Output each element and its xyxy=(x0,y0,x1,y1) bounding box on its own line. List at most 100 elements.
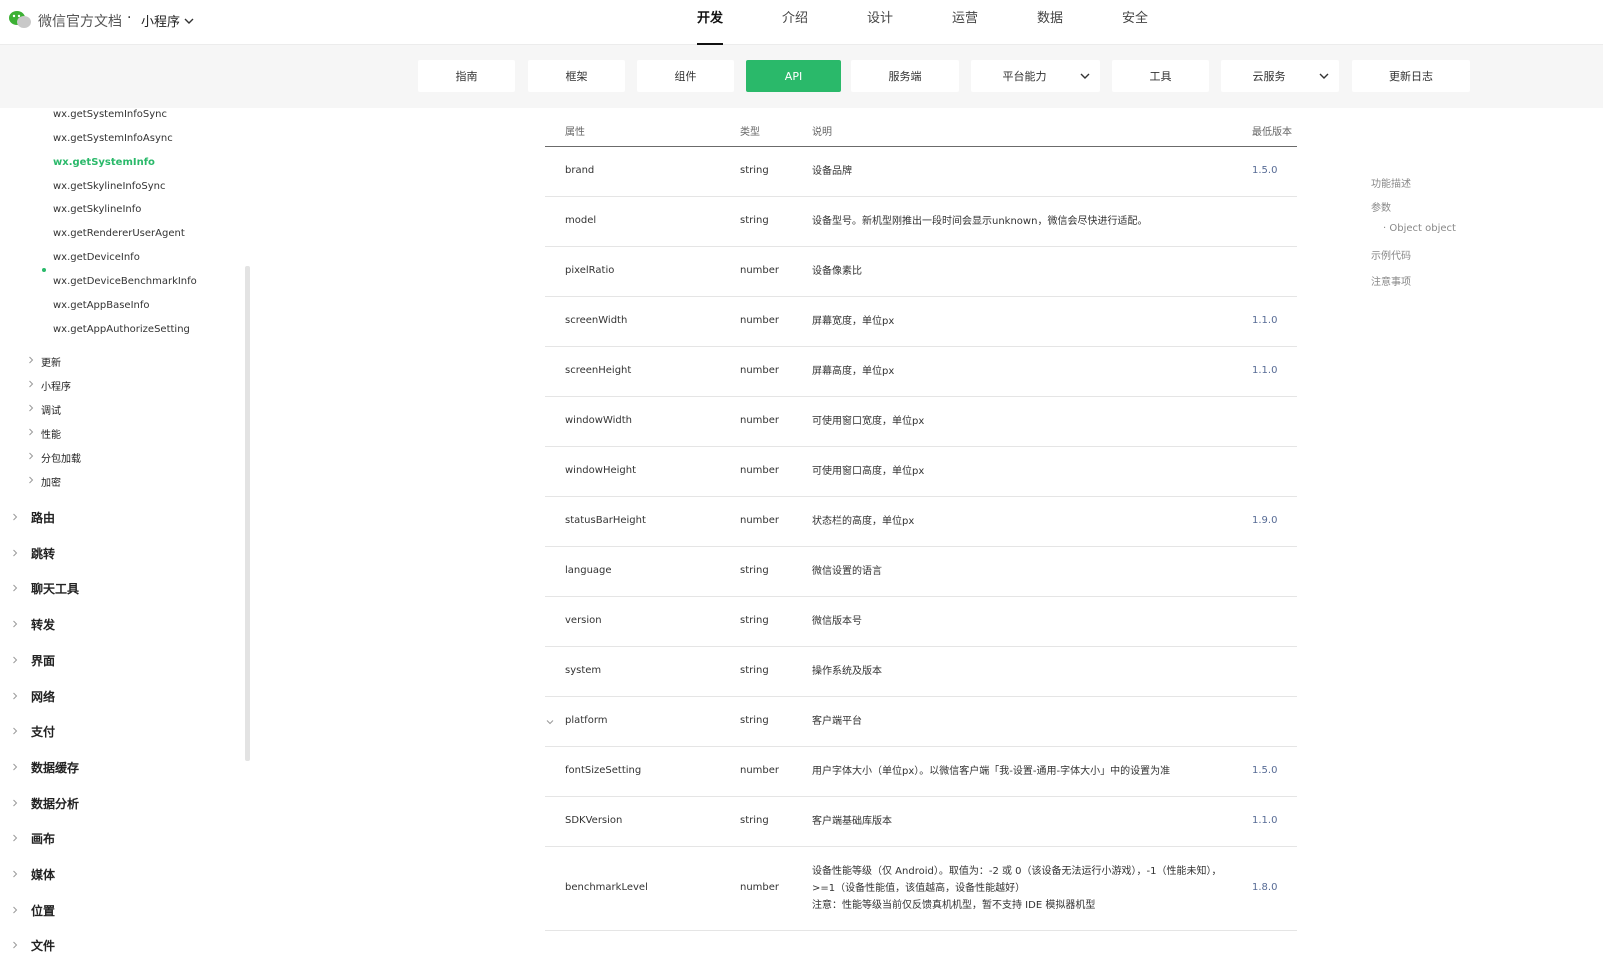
subnav-button-label: 指南 xyxy=(455,70,478,83)
toc-item[interactable]: 功能描述 xyxy=(1371,175,1411,190)
sidebar-item[interactable]: wx.getDeviceInfo xyxy=(53,252,140,263)
chevron-right-icon xyxy=(29,356,34,364)
cell-version[interactable]: 1.9.0 xyxy=(1252,515,1277,526)
sidebar-item[interactable]: wx.getSkylineInfo xyxy=(53,204,141,215)
brand-title[interactable]: 微信官方文档 xyxy=(38,11,122,31)
cell-desc: 设备性能等级（仅 Android）。取值为：-2 或 0（该设备无法运行小游戏）… xyxy=(812,866,1222,911)
table-row: statusBarHeight number 状态栏的高度，单位px 1.9.0 xyxy=(545,497,1297,547)
cell-type: string xyxy=(740,215,769,226)
sidebar-group[interactable]: 更新 xyxy=(41,354,61,369)
sidebar-scrollbar[interactable] xyxy=(245,266,250,761)
nav-tab-3[interactable]: 运营 xyxy=(945,0,1030,45)
subnav-button-8[interactable]: 更新日志 xyxy=(1352,60,1470,92)
sidebar-item[interactable]: wx.getSystemInfo xyxy=(53,157,155,168)
cell-type: string xyxy=(740,665,769,676)
toc-item[interactable]: · Object object xyxy=(1383,223,1456,234)
cell-type: string xyxy=(740,815,769,826)
chevron-right-icon xyxy=(13,763,18,771)
chevron-right-icon xyxy=(13,656,18,664)
sidebar-group[interactable]: 加密 xyxy=(41,474,61,489)
active-item-dot-icon xyxy=(42,268,46,272)
sidebar-item[interactable]: wx.getAppAuthorizeSetting xyxy=(53,324,190,335)
sidebar-category[interactable]: 画布 xyxy=(31,830,55,847)
chevron-right-icon xyxy=(29,380,34,388)
cell-version[interactable]: 1.5.0 xyxy=(1252,165,1277,176)
sidebar-category[interactable]: 聊天工具 xyxy=(31,580,79,597)
sidebar-item[interactable]: wx.getDeviceBenchmarkInfo xyxy=(53,276,197,287)
sidebar-category[interactable]: 界面 xyxy=(31,652,55,669)
cell-name: pixelRatio xyxy=(565,265,615,276)
chevron-down-icon xyxy=(1319,73,1329,79)
cell-type: number xyxy=(740,765,780,776)
chevron-right-icon xyxy=(13,585,18,592)
nav-tab-5[interactable]: 安全 xyxy=(1115,0,1200,45)
table-header: 属性 类型 说明 最低版本 xyxy=(545,108,1297,147)
sidebar-category[interactable]: 数据分析 xyxy=(31,795,79,812)
nav-tab-0[interactable]: 开发 xyxy=(690,0,775,45)
cell-name: screenHeight xyxy=(565,365,632,376)
sidebar-item[interactable]: wx.getSystemInfoSync xyxy=(53,109,167,120)
subnav-button-4[interactable]: 服务端 xyxy=(851,60,959,92)
toc-item[interactable]: 参数 xyxy=(1371,199,1391,214)
subnav-button-6[interactable]: 工具 xyxy=(1112,60,1209,92)
col-header-name: 属性 xyxy=(565,127,585,138)
cell-version[interactable]: 1.5.0 xyxy=(1252,765,1277,776)
cell-type: string xyxy=(740,565,769,576)
subnav-button-2[interactable]: 组件 xyxy=(637,60,734,92)
table-row: platform string 客户端平台 xyxy=(545,697,1297,747)
sidebar-category[interactable]: 网络 xyxy=(31,688,55,705)
sidebar-group[interactable]: 性能 xyxy=(41,426,61,441)
chevron-right-icon xyxy=(29,404,34,412)
sidebar-group[interactable]: 调试 xyxy=(41,402,61,417)
chevron-down-icon xyxy=(546,720,554,725)
sidebar-group[interactable]: 小程序 xyxy=(41,378,71,393)
subnav-button-1[interactable]: 框架 xyxy=(528,60,625,92)
col-header-version: 最低版本 xyxy=(1252,127,1292,138)
sidebar-category[interactable]: 媒体 xyxy=(31,866,55,883)
nav-tab-4[interactable]: 数据 xyxy=(1030,0,1115,45)
sidebar-category[interactable]: 支付 xyxy=(31,723,55,740)
subnav-button-label: 框架 xyxy=(565,70,588,83)
cell-version[interactable]: 1.8.0 xyxy=(1252,882,1277,893)
sidebar-category[interactable]: 位置 xyxy=(31,902,55,919)
sidebar-category[interactable]: 转发 xyxy=(31,616,55,633)
sidebar-item[interactable]: wx.getSystemInfoAsync xyxy=(53,133,173,144)
subnav-button-label: 云服务 xyxy=(1252,70,1286,83)
subnav-button-label: 工具 xyxy=(1149,70,1172,83)
cell-version[interactable]: 1.1.0 xyxy=(1252,815,1277,826)
subnav-button-3[interactable]: API xyxy=(746,60,841,92)
cell-desc: 设备像素比 xyxy=(812,266,862,277)
sidebar-category[interactable]: 跳转 xyxy=(31,545,55,562)
chevron-right-icon xyxy=(13,620,18,628)
cell-type: string xyxy=(740,615,769,626)
toc-item[interactable]: 示例代码 xyxy=(1371,247,1411,262)
sidebar-category[interactable]: 数据缓存 xyxy=(31,759,79,776)
product-switcher-label: 小程序 xyxy=(141,15,181,30)
chevron-right-icon xyxy=(13,870,18,878)
sidebar-item[interactable]: wx.getSkylineInfoSync xyxy=(53,181,165,192)
subnav-button-5[interactable]: 平台能力 xyxy=(971,60,1100,92)
table-row: pixelRatio number 设备像素比 xyxy=(545,247,1297,297)
cell-desc: 可使用窗口宽度，单位px xyxy=(812,416,925,427)
cell-desc: 状态栏的高度，单位px xyxy=(812,516,915,527)
wechat-logo-icon[interactable] xyxy=(8,10,32,30)
cell-name: language xyxy=(565,565,612,576)
sidebar-item[interactable]: wx.getAppBaseInfo xyxy=(53,300,150,311)
subnav-button-0[interactable]: 指南 xyxy=(418,60,515,92)
subnav-button-7[interactable]: 云服务 xyxy=(1221,60,1339,92)
nav-tab-2[interactable]: 设计 xyxy=(860,0,945,45)
table-row: language string 微信设置的语言 xyxy=(545,547,1297,597)
cell-desc: 屏幕高度，单位px xyxy=(812,366,895,377)
cell-version[interactable]: 1.1.0 xyxy=(1252,315,1277,326)
product-switcher[interactable]: 小程序 xyxy=(141,11,194,30)
cell-version[interactable]: 1.1.0 xyxy=(1252,365,1277,376)
sidebar-group[interactable]: 分包加载 xyxy=(41,450,81,465)
sidebar-category[interactable]: 路由 xyxy=(31,509,55,526)
nav-tab-1[interactable]: 介绍 xyxy=(775,0,860,45)
sidebar-category[interactable]: 文件 xyxy=(31,937,55,954)
sidebar-item[interactable]: wx.getRendererUserAgent xyxy=(53,228,185,239)
toc-item[interactable]: 注意事项 xyxy=(1371,273,1411,288)
cell-name: windowHeight xyxy=(565,465,636,476)
top-header: 微信官方文档 · 小程序 开发 介绍 设计 运营 数据 安全 xyxy=(0,0,1603,45)
subnav-button-label: API xyxy=(784,69,803,83)
